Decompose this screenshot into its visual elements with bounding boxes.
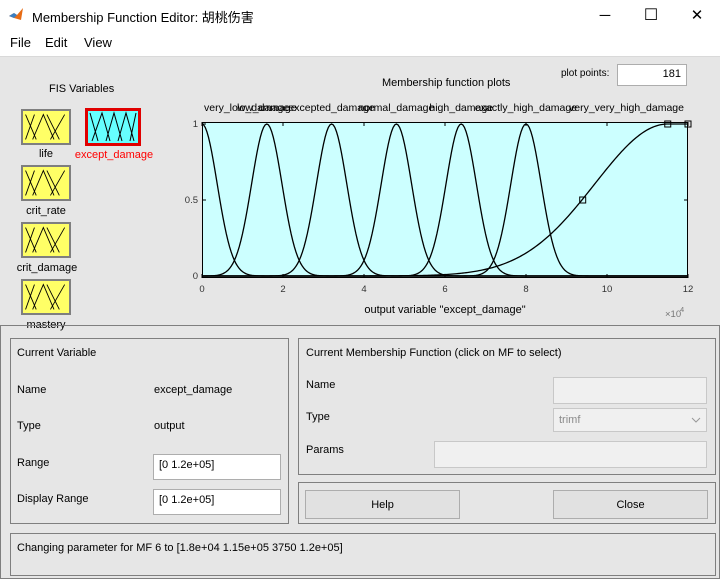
window-title: Membership Function Editor: 胡桃伤害 [32,10,254,25]
type-label: Type [17,420,41,432]
fis-input-label: crit_rate [26,205,66,217]
mf-type-select[interactable]: trimf [553,408,707,432]
x-axis-exponent: ×10 [665,309,681,320]
mf-label-normal_damage: normal_damage [358,102,434,114]
mf-params-input[interactable] [434,441,707,468]
mf-name-label: Name [306,379,336,391]
minimize-button[interactable]: ─ [582,0,628,30]
plot-title: Membership function plots [382,77,511,89]
fis-input-mastery[interactable] [21,279,71,315]
close-button[interactable]: Close [553,490,708,519]
status-panel: Changing parameter for MF 6 to [1.8e+04 … [10,533,716,576]
help-button[interactable]: Help [305,490,460,519]
y-tick-label: 0 [193,271,198,282]
menu-bar: File Edit View [0,30,720,57]
current-mf-heading: Current Membership Function (click on MF… [306,347,562,359]
x-tick-label: 0 [199,284,204,295]
menu-view[interactable]: View [84,35,112,50]
mf-name-input[interactable] [553,377,707,404]
range-label: Range [17,457,50,469]
x-tick-label: 4 [361,284,366,295]
current-variable-heading: Current Variable [17,347,97,359]
current-mf-panel: Current Membership Function (click on MF… [298,338,716,475]
mf-thumbnail-icon [25,283,66,310]
plot-points-input[interactable]: 181 [617,64,687,86]
mf-type-label: Type [306,411,330,423]
fis-variables-title: FIS Variables [49,83,115,95]
fis-input-life[interactable] [21,109,71,145]
x-tick-label: 10 [602,284,613,295]
mf-curve-low_damage [201,123,688,277]
status-text: Changing parameter for MF 6 to [1.8e+04 … [17,542,343,554]
maximize-button[interactable]: ☐ [628,0,674,30]
menu-file[interactable]: File [10,35,31,50]
fis-input-crit-damage[interactable] [21,222,71,258]
variable-name-value: except_damage [154,384,233,396]
mf-thumbnail-icon [25,226,66,253]
display-range-label: Display Range [17,493,89,505]
y-tick-label: 1 [193,119,198,130]
close-window-button[interactable]: ✕ [674,0,720,30]
main-area: FIS Variables life crit_rate crit_damage… [0,57,720,579]
mf-label-exactly_high_damage: exactly_high_damage [475,102,577,114]
mf-thumbnail-icon [89,111,137,142]
mf-plot[interactable]: very_low_damagelow_damageexcepted_damage… [185,97,720,329]
mf-type-value: trimf [559,414,581,426]
fis-input-label: crit_damage [16,262,78,274]
plot-points-label: plot points: [561,68,610,79]
mf-thumbnail-icon [25,113,66,140]
x-tick-label: 12 [683,284,694,295]
display-range-input[interactable]: [0 1.2e+05] [153,489,281,515]
x-axis-label: output variable "except_damage" [364,304,525,316]
mf-thumbnail-icon [25,169,66,196]
fis-input-label: life [38,148,54,160]
button-panel: Help Close [298,482,716,524]
chevron-down-icon [691,417,701,423]
fis-output-except-damage[interactable] [85,108,141,146]
x-axis-exponent-power: 4 [680,305,684,314]
y-tick-label: 0.5 [185,195,198,206]
name-label: Name [17,384,47,396]
range-input[interactable]: [0 1.2e+05] [153,454,281,480]
fis-input-crit-rate[interactable] [21,165,71,201]
title-bar: Membership Function Editor: 胡桃伤害 ─ ☐ ✕ [0,0,720,30]
x-tick-label: 2 [280,284,285,295]
variable-type-value: output [154,420,185,432]
mf-params-label: Params [306,444,344,456]
fis-output-label: except_damage [74,149,154,161]
x-tick-label: 8 [523,284,528,295]
mf-label-very_very_high_damage: very_very_high_damage [569,102,684,114]
x-tick-label: 6 [442,284,447,295]
menu-edit[interactable]: Edit [45,35,67,50]
matlab-icon [9,8,23,20]
current-variable-panel: Current Variable Name except_damage Type… [10,338,289,524]
